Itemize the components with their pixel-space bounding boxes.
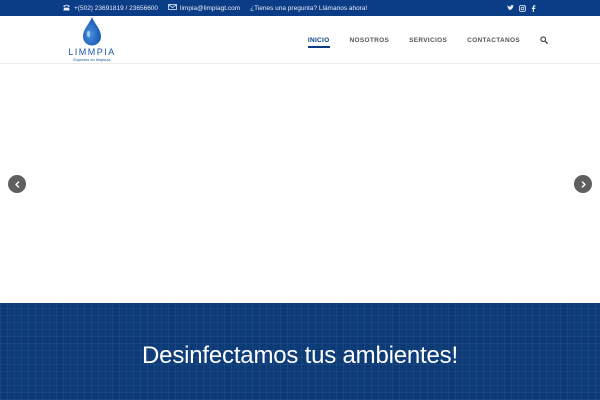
cta-item: ¿Tienes una pregunta? Llámanos ahora! — [250, 5, 367, 12]
logo-brand: LIMMPIA — [68, 47, 116, 57]
search-icon[interactable] — [540, 36, 548, 44]
facebook-icon[interactable] — [531, 4, 536, 12]
nav-item-nosotros[interactable]: NOSOTROS — [350, 33, 390, 48]
phone-item[interactable]: +(502) 23691819 / 23656600 — [62, 4, 158, 13]
slider-next-button[interactable] — [574, 175, 592, 193]
social-links — [502, 0, 536, 16]
email-item[interactable]: limpia@limpiagt.com — [168, 4, 240, 12]
envelope-icon — [168, 4, 177, 12]
nav-item-servicios[interactable]: SERVICIOS — [409, 33, 447, 48]
chevron-left-icon — [14, 175, 21, 193]
headline-banner: Desinfectamos tus ambientes! — [0, 303, 600, 400]
slider-prev-button[interactable] — [8, 175, 26, 193]
nav-item-contactanos[interactable]: CONTACTANOS — [467, 33, 520, 48]
main-nav: INICIO NOSOTROS SERVICIOS CONTACTANOS — [288, 16, 548, 64]
nav-item-inicio[interactable]: INICIO — [307, 33, 330, 48]
contact-info: +(502) 23691819 / 23656600 limpia@limpia… — [62, 0, 377, 16]
cta-text: ¿Tienes una pregunta? Llámanos ahora! — [250, 4, 368, 12]
logo-tagline: Expertos en limpieza — [73, 57, 111, 62]
top-bar: +(502) 23691819 / 23656600 limpia@limpia… — [0, 0, 600, 16]
instagram-icon[interactable] — [519, 4, 526, 12]
twitter-icon[interactable] — [507, 5, 514, 11]
site-header: LIMMPIA Expertos en limpieza INICIO NOSO… — [0, 16, 600, 64]
hero-slider — [0, 65, 600, 303]
banner-headline: Desinfectamos tus ambientes! — [142, 342, 458, 369]
email-text: limpia@limpiagt.com — [180, 4, 241, 12]
logo[interactable]: LIMMPIA Expertos en limpieza — [60, 16, 124, 64]
chevron-right-icon — [580, 175, 587, 193]
phone-text: +(502) 23691819 / 23656600 — [74, 4, 159, 12]
phone-icon — [62, 4, 71, 13]
